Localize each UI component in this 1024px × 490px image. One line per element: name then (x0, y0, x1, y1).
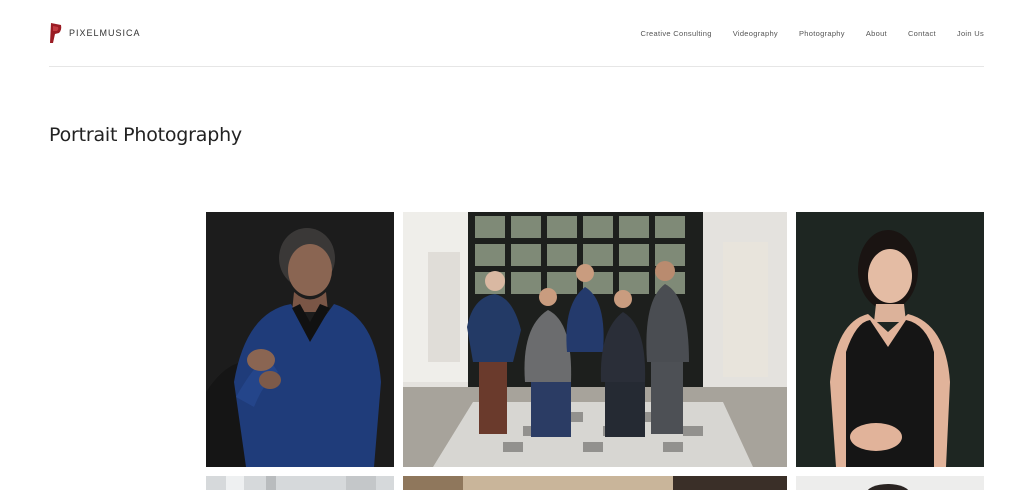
nav-item-contact[interactable]: Contact (908, 29, 936, 38)
woman-portrait-image (796, 212, 984, 467)
office-photo-image (206, 476, 394, 490)
page-title: Portrait Photography (49, 124, 242, 146)
gallery-item-man-portrait[interactable] (206, 212, 394, 467)
group-portrait-image (403, 212, 787, 467)
interior-photo-image (403, 476, 787, 490)
gallery-item-group-portrait[interactable] (403, 212, 787, 467)
gallery-item-office-photo[interactable] (206, 476, 394, 490)
header-divider (49, 66, 984, 67)
brand-name: PIXELMUSICA (69, 28, 141, 38)
gallery-item-interior-photo[interactable] (403, 476, 787, 490)
main-nav: Creative Consulting Videography Photogra… (641, 29, 984, 38)
nav-item-videography[interactable]: Videography (733, 29, 778, 38)
nav-item-about[interactable]: About (866, 29, 887, 38)
nav-item-creative-consulting[interactable]: Creative Consulting (641, 29, 712, 38)
nav-item-photography[interactable]: Photography (799, 29, 845, 38)
nav-item-join-us[interactable]: Join Us (957, 29, 984, 38)
brand-logo[interactable]: PIXELMUSICA (49, 22, 141, 44)
gallery-item-woman-portrait[interactable] (796, 212, 984, 467)
site-header: PIXELMUSICA Creative Consulting Videogra… (49, 18, 984, 48)
portrait-photo-image (796, 476, 984, 490)
man-portrait-image (206, 212, 394, 467)
brand-mark-icon (50, 23, 62, 43)
gallery-item-portrait-photo[interactable] (796, 476, 984, 490)
page: PIXELMUSICA Creative Consulting Videogra… (0, 0, 1024, 490)
